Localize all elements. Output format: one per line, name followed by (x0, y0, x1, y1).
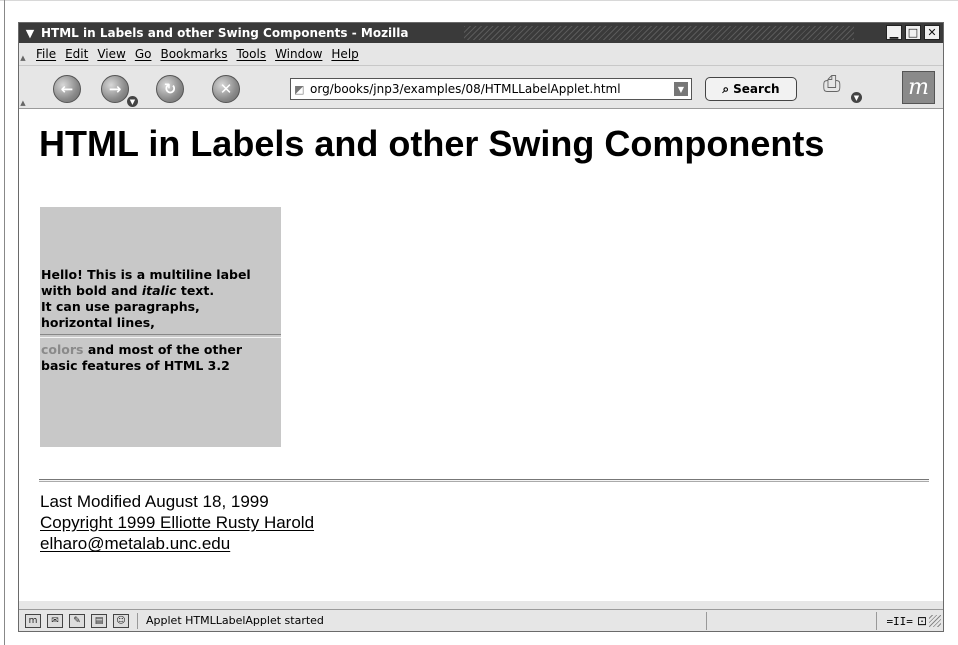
mozilla-throbber-icon[interactable]: m (902, 71, 935, 104)
last-modified-text: Last Modified August 18, 1999 (40, 492, 269, 511)
label-line: Hello! This is a multiline label (41, 267, 251, 282)
toolbar-grip-icon[interactable]: ▲ (19, 66, 27, 110)
frame-top-line (0, 0, 958, 1)
page-horizontal-rule (39, 479, 929, 482)
url-text[interactable]: org/books/jnp3/examples/08/HTMLLabelAppl… (310, 82, 621, 96)
page-footer: Last Modified August 18, 1999 Copyright … (40, 491, 314, 554)
page-content: HTML in Labels and other Swing Component… (19, 109, 943, 601)
composer-icon[interactable]: ✎ (69, 613, 85, 628)
browser-window: ▼ HTML in Labels and other Swing Compone… (18, 22, 944, 632)
status-separator (137, 612, 138, 629)
menu-edit[interactable]: Edit (65, 47, 88, 61)
url-bar[interactable]: ◩ org/books/jnp3/examples/08/HTMLLabelAp… (290, 78, 692, 100)
label-text: and most of the other (83, 342, 243, 357)
forward-arrow-icon[interactable]: → (101, 75, 129, 103)
back-arrow-icon[interactable]: ← (53, 75, 81, 103)
search-button-label: Search (733, 82, 780, 96)
chat-icon[interactable]: ☺ (113, 613, 129, 628)
stop-icon[interactable]: ✕ (212, 75, 240, 103)
email-link[interactable]: elharo@metalab.unc.edu (40, 533, 314, 554)
search-button[interactable]: ⌕ Search (705, 77, 797, 101)
label-line: basic features of HTML 3.2 (41, 358, 230, 373)
html-label-applet: Hello! This is a multiline label with bo… (40, 207, 281, 447)
forward-dropdown-chevron-down-icon[interactable]: ▼ (127, 96, 138, 107)
status-text: Applet HTMLLabelApplet started (146, 614, 324, 627)
copyright-link[interactable]: Copyright 1999 Elliotte Rusty Harold (40, 512, 314, 533)
menu-tools[interactable]: Tools (237, 47, 267, 61)
menu-view[interactable]: View (97, 47, 125, 61)
status-cell (876, 612, 886, 630)
navigation-toolbar: ▲ ← → ▼ ↻ ✕ ◩ org/books/jnp3/examples/08… (19, 65, 943, 109)
menu-file[interactable]: File (36, 47, 56, 61)
label-text: text. (176, 283, 215, 298)
label-line: with bold and italic text. (40, 283, 281, 299)
maximize-icon[interactable]: □ (905, 25, 921, 40)
label-line: horizontal lines, (41, 315, 155, 330)
page-icon: ◩ (294, 82, 305, 96)
status-progress-cell (706, 612, 876, 630)
lock-icon[interactable]: ⊡ (917, 614, 927, 628)
menu-bar: ▲ File Edit View Go Bookmarks Tools Wind… (19, 43, 943, 65)
menu-go[interactable]: Go (135, 47, 152, 61)
label-colored-text: colors (41, 342, 84, 357)
menu-window[interactable]: Window (275, 47, 322, 61)
label-horizontal-rule (40, 334, 281, 338)
status-bar: m ✉ ✎ ▤ ☺ Applet HTMLLabelApplet started… (19, 609, 943, 631)
url-dropdown-chevron-down-icon[interactable]: ▼ (674, 82, 688, 96)
frame-left-line (4, 0, 5, 645)
resize-grip-icon[interactable] (929, 615, 941, 627)
address-book-icon[interactable]: ▤ (91, 613, 107, 628)
multiline-label: Hello! This is a multiline label with bo… (40, 267, 281, 374)
label-line: colors and most of the other (40, 342, 281, 358)
label-italic-text: italic (141, 283, 177, 298)
title-bar-stripes (464, 26, 854, 40)
mozilla-icon[interactable]: m (25, 613, 41, 628)
status-bar-right: =II= ⊡ (706, 610, 943, 632)
print-dropdown-chevron-down-icon[interactable]: ▼ (851, 92, 862, 103)
reload-icon[interactable]: ↻ (156, 75, 184, 103)
window-title: HTML in Labels and other Swing Component… (41, 26, 409, 40)
page-title: HTML in Labels and other Swing Component… (39, 123, 825, 164)
minimize-icon[interactable]: ▁ (886, 25, 902, 40)
mail-icon[interactable]: ✉ (47, 613, 63, 628)
close-icon[interactable]: ✕ (924, 25, 940, 40)
label-text: with bold and (41, 283, 142, 298)
window-menu-chevron-down-icon[interactable]: ▼ (21, 24, 39, 42)
menu-bookmarks[interactable]: Bookmarks (160, 47, 227, 61)
label-line: It can use paragraphs, (41, 299, 200, 314)
search-icon: ⌕ (722, 81, 730, 96)
title-bar[interactable]: ▼ HTML in Labels and other Swing Compone… (19, 23, 943, 43)
menu-help[interactable]: Help (331, 47, 358, 61)
online-plug-icon[interactable]: =II= (886, 615, 913, 628)
menubar-grip-icon[interactable]: ▲ (19, 43, 27, 65)
